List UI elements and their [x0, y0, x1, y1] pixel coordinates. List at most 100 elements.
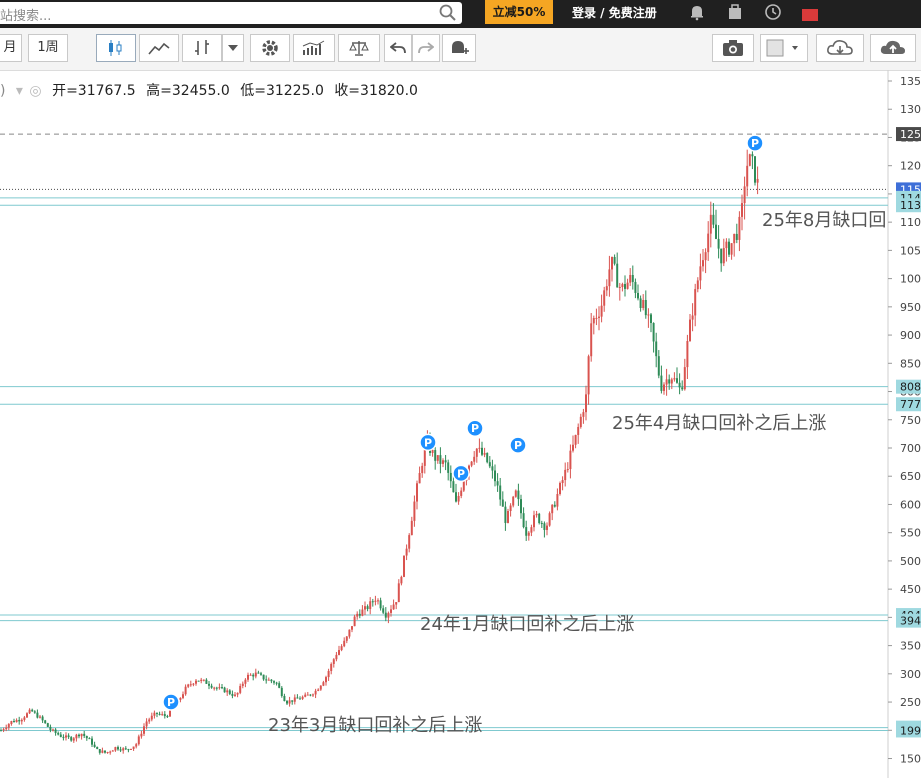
candle-body: [652, 323, 655, 342]
candle-body: [608, 269, 611, 287]
candle-body: [416, 483, 418, 502]
candle-body: [98, 749, 101, 753]
redo-button[interactable]: [412, 34, 440, 62]
chart-type-dropdown[interactable]: [222, 34, 244, 62]
candle-body: [93, 744, 96, 748]
bag-icon[interactable]: [726, 3, 744, 25]
bar-style-button[interactable]: [182, 34, 222, 62]
candle-body: [301, 696, 304, 699]
search-input[interactable]: 站搜索...: [0, 5, 51, 24]
candle-body: [106, 752, 109, 754]
candle-body: [577, 427, 580, 435]
candle-body: [343, 640, 346, 647]
indicators-button[interactable]: [293, 34, 335, 62]
candle-body: [371, 601, 374, 603]
candle-body: [746, 165, 749, 187]
candle-body: [257, 672, 260, 674]
candle-body: [340, 646, 343, 651]
candle-body: [322, 682, 325, 686]
candle-body: [18, 719, 21, 722]
candle-body: [312, 694, 314, 696]
color-picker-button[interactable]: [760, 34, 808, 62]
candle-body: [582, 412, 585, 417]
promo-button[interactable]: 立减50%: [485, 0, 553, 24]
candle-body: [114, 747, 117, 751]
candle-body: [306, 694, 309, 696]
candle-body: [202, 679, 205, 681]
flag-icon[interactable]: [802, 6, 818, 25]
candle-body: [88, 738, 91, 740]
candle-body: [475, 448, 478, 457]
undo-button[interactable]: [384, 34, 412, 62]
compare-button[interactable]: [338, 34, 380, 62]
candle-body: [655, 341, 658, 357]
period-month-button[interactable]: 月: [0, 34, 22, 62]
candle-body: [145, 721, 148, 727]
candle-body: [101, 750, 104, 753]
y-axis-tick-label: 5500: [900, 527, 921, 540]
candle-body: [561, 480, 564, 484]
candle-body: [54, 729, 57, 733]
candle-body: [556, 494, 559, 507]
candle-body: [270, 679, 273, 682]
candle-body: [494, 470, 496, 482]
candle-body: [309, 694, 312, 696]
candle-body: [717, 238, 720, 249]
cloud-upload-button[interactable]: [870, 34, 916, 62]
candle-body: [252, 674, 255, 677]
settings-button[interactable]: [250, 34, 290, 62]
y-axis-tick-label: 4500: [900, 583, 921, 596]
login-register-link[interactable]: 登录 / 免费注册: [572, 4, 657, 21]
candlestick-button[interactable]: [96, 34, 136, 62]
candle-body: [226, 690, 229, 693]
screenshot-button[interactable]: [712, 34, 754, 62]
candle-body: [689, 319, 691, 342]
candle-body: [327, 670, 330, 678]
candle-body: [158, 713, 161, 715]
candle-body: [104, 750, 106, 753]
clock-icon[interactable]: [764, 3, 782, 25]
candle-body: [52, 729, 54, 731]
candle-body: [639, 298, 642, 309]
y-axis-tick-label: 1500: [900, 753, 921, 766]
candle-body: [460, 490, 463, 496]
line-chart-button[interactable]: [139, 34, 179, 62]
candle-body: [377, 600, 379, 602]
candle-body: [434, 450, 437, 461]
candle-body: [161, 714, 164, 716]
candle-body: [647, 314, 650, 316]
candle-body: [496, 481, 499, 486]
candle-body: [345, 636, 348, 641]
price-level-label: 8086: [900, 381, 921, 394]
candle-body: [286, 701, 288, 704]
period-week-button[interactable]: 1周: [28, 34, 68, 62]
candle-body: [338, 650, 340, 655]
candle-body: [39, 716, 41, 718]
candle-body: [569, 450, 572, 470]
candle-body: [598, 316, 600, 318]
candle-body: [663, 384, 665, 391]
candle-body: [668, 379, 671, 384]
candle-body: [117, 747, 119, 750]
candle-body: [592, 317, 595, 324]
candle-body: [231, 693, 234, 696]
y-axis-tick-label: 6500: [900, 470, 921, 483]
search-box[interactable]: 站搜索...: [0, 2, 462, 24]
candle-body: [195, 680, 197, 684]
candle-body: [483, 452, 486, 455]
candle-body: [694, 289, 697, 316]
candle-body: [119, 749, 122, 751]
candle-body: [660, 375, 663, 391]
candle-body: [741, 203, 743, 217]
cloud-download-button[interactable]: [816, 34, 864, 62]
search-icon[interactable]: [438, 3, 458, 27]
alert-button[interactable]: [442, 34, 476, 62]
candle-body: [603, 290, 606, 306]
bell-icon[interactable]: [688, 3, 706, 25]
candle-body: [543, 523, 546, 530]
annotation-24-jan: 24年1月缺口回补之后上涨: [420, 614, 635, 635]
candle-body: [501, 499, 504, 507]
candle-body: [605, 286, 608, 291]
candle-body: [754, 156, 756, 183]
candle-body: [491, 466, 494, 471]
